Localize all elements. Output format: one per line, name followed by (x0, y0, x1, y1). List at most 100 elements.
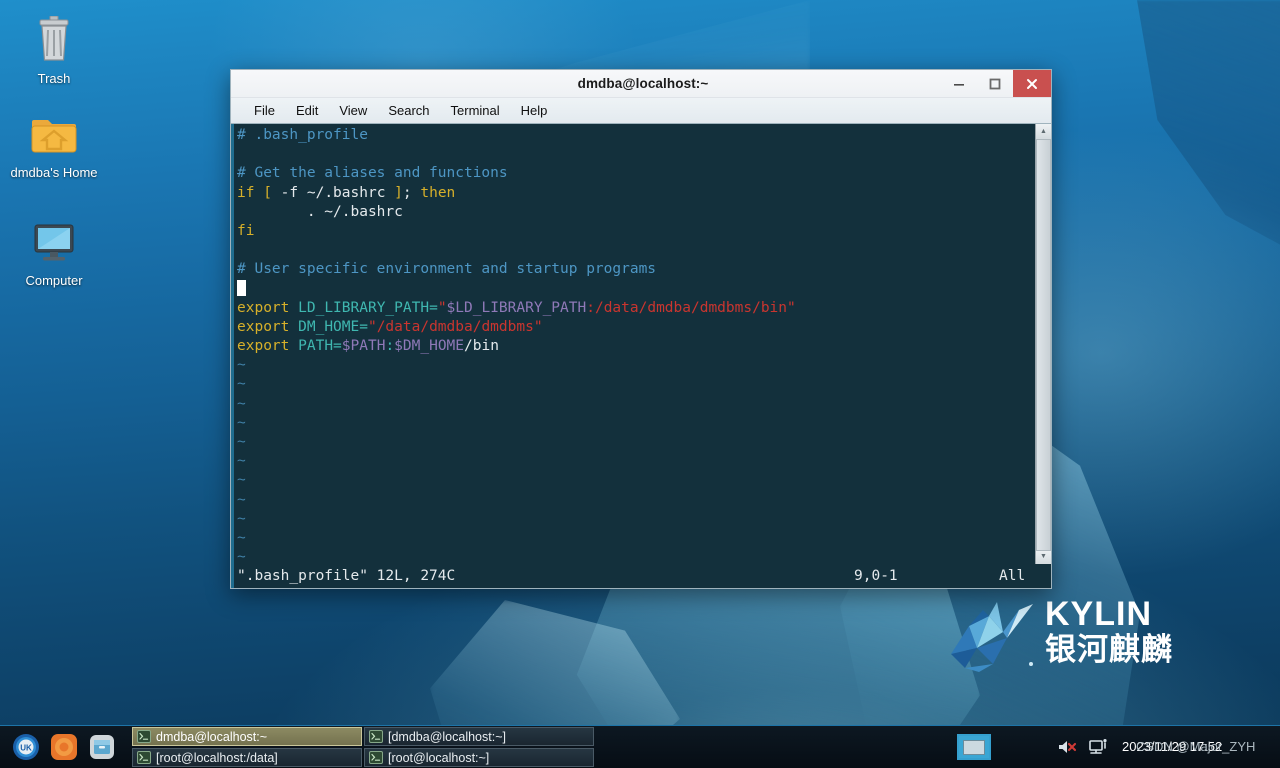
editor-token: ] (394, 185, 403, 201)
editor-token: # Get the aliases and functions (237, 165, 508, 181)
desktop-icon-computer[interactable]: Computer (2, 222, 106, 289)
terminal-scrollbar[interactable]: ▲ ▼ (1035, 124, 1051, 564)
taskbar-launchers[interactable]: UK (0, 733, 116, 761)
terminal-icon (137, 751, 151, 764)
close-icon (1025, 77, 1039, 91)
editor-token (289, 319, 298, 335)
editor-filler-line: ~ (237, 356, 1035, 375)
editor-token: -f ~/.bashrc (272, 185, 394, 201)
editor-line: fi (237, 222, 1035, 241)
firefox-icon (50, 733, 78, 761)
taskbar-window-button[interactable]: [root@localhost:/data] (132, 748, 362, 767)
editor-line: if [ -f ~/.bashrc ]; then (237, 184, 1035, 203)
editor-token: export (237, 300, 289, 316)
volume-muted-icon[interactable] (1056, 737, 1078, 757)
taskbar-window-button[interactable]: [root@localhost:~] (364, 748, 594, 767)
taskbar-window-list[interactable]: dmdba@localhost:~ [dmdba@localhost:~] [roo… (132, 727, 594, 767)
taskbar-clock[interactable]: 2023/11/29 17:52 (1122, 736, 1222, 758)
editor-token: [ (263, 185, 272, 201)
editor-filler-line: ~ (237, 414, 1035, 433)
file-manager-icon (88, 733, 116, 761)
minimize-button[interactable] (941, 70, 977, 97)
desktop[interactable]: Trash dmdba's Home Computer (0, 0, 1280, 768)
editor-line: export PATH=$PATH:$DM_HOME/bin (237, 337, 1035, 356)
wallpaper-iceberg-right (1120, 0, 1280, 250)
vim-status-line: ".bash_profile" 12L, 274C 9,0-1 All (231, 564, 1051, 588)
terminal-icon (369, 751, 383, 764)
start-menu-button[interactable]: UK (12, 733, 40, 761)
status-cursor-position: 9,0-1 (854, 568, 898, 584)
menu-help[interactable]: Help (512, 100, 557, 121)
editor-token: if (237, 185, 254, 201)
svg-text:UK: UK (20, 744, 32, 753)
editor-token: LD_LIBRARY_PATH= (298, 300, 438, 316)
file-manager-launcher[interactable] (88, 733, 116, 761)
menu-edit[interactable]: Edit (287, 100, 327, 121)
start-menu-icon: UK (12, 733, 40, 761)
terminal-window[interactable]: dmdba@localhost:~ File Edit View Sea (230, 69, 1052, 589)
system-tray[interactable]: 2023/11/29 17:52 CSDN @Major_ZYH (957, 734, 1280, 760)
status-filename: ".bash_profile" 12L, 274C (237, 568, 455, 584)
terminal-icon (137, 730, 151, 743)
editor-token: # .bash_profile (237, 127, 368, 143)
workspace-switcher[interactable] (957, 734, 991, 760)
scrollbar-thumb[interactable] (1036, 139, 1051, 551)
minimize-icon (952, 77, 966, 91)
editor-token (289, 300, 298, 316)
window-titlebar[interactable]: dmdba@localhost:~ (231, 70, 1051, 98)
menu-terminal[interactable]: Terminal (442, 100, 509, 121)
maximize-button[interactable] (977, 70, 1013, 97)
taskbar[interactable]: UK dmdba@localhost:~[d (0, 725, 1280, 768)
menu-bar[interactable]: File Edit View Search Terminal Help (231, 98, 1051, 124)
taskbar-window-label: [root@localhost:~] (388, 751, 489, 765)
maximize-icon (988, 77, 1002, 91)
firefox-launcher[interactable] (50, 733, 78, 761)
window-title: dmdba@localhost:~ (345, 76, 941, 91)
terminal-body[interactable]: # .bash_profile # Get the aliases and fu… (231, 124, 1051, 564)
editor-filler-line: ~ (237, 375, 1035, 394)
editor-token: :/data/dmdba/dmdbms/bin" (586, 300, 796, 316)
editor-token: /bin (464, 338, 499, 354)
network-icon[interactable] (1088, 737, 1110, 757)
editor-token: $LD_LIBRARY_PATH (447, 300, 587, 316)
scrollbar-track[interactable] (1036, 139, 1051, 549)
kylin-logo-en: KYLIN (1045, 597, 1173, 631)
computer-icon (2, 222, 106, 268)
taskbar-window-label: dmdba@localhost:~ (156, 730, 267, 744)
desktop-icon-label: Trash (2, 71, 106, 87)
editor-line: . ~/.bashrc (237, 203, 1035, 222)
desktop-icon-trash[interactable]: Trash (2, 16, 106, 87)
editor-token: # User specific environment and startup … (237, 261, 656, 277)
editor-token (289, 338, 298, 354)
editor-filler-line: ~ (237, 395, 1035, 414)
taskbar-window-button[interactable]: [dmdba@localhost:~] (364, 727, 594, 746)
menu-search[interactable]: Search (379, 100, 438, 121)
vim-editor-content[interactable]: # .bash_profile # Get the aliases and fu… (231, 124, 1035, 564)
editor-token: : (385, 338, 394, 354)
editor-line: # .bash_profile (237, 126, 1035, 145)
menu-file[interactable]: File (245, 100, 284, 121)
editor-token: $DM_HOME (394, 338, 464, 354)
kylin-qilin-mark (945, 592, 1037, 672)
editor-token: . ~/.bashrc (237, 204, 403, 220)
editor-token: "/data/dmdba/dmdbms" (368, 319, 543, 335)
desktop-icon-label: Computer (2, 273, 106, 289)
taskbar-window-button[interactable]: dmdba@localhost:~ (132, 727, 362, 746)
kylin-logo-cn: 银河麒麟 (1045, 633, 1173, 667)
menu-view[interactable]: View (330, 100, 376, 121)
editor-token: then (420, 185, 455, 201)
home-folder-icon (2, 114, 106, 160)
clock-area[interactable]: 2023/11/29 17:52 CSDN @Major_ZYH (1122, 736, 1272, 758)
editor-line (237, 280, 1035, 299)
close-button[interactable] (1013, 70, 1051, 97)
editor-token: DM_HOME= (298, 319, 368, 335)
scroll-up-icon[interactable]: ▲ (1036, 124, 1051, 139)
taskbar-window-label: [root@localhost:/data] (156, 751, 278, 765)
editor-filler-line: ~ (237, 529, 1035, 548)
scroll-down-icon[interactable]: ▼ (1036, 549, 1051, 564)
editor-filler-line: ~ (237, 491, 1035, 510)
text-cursor (237, 280, 246, 296)
desktop-icon-home[interactable]: dmdba's Home (2, 114, 106, 181)
editor-filler-line: ~ (237, 433, 1035, 452)
editor-token: $PATH (342, 338, 386, 354)
